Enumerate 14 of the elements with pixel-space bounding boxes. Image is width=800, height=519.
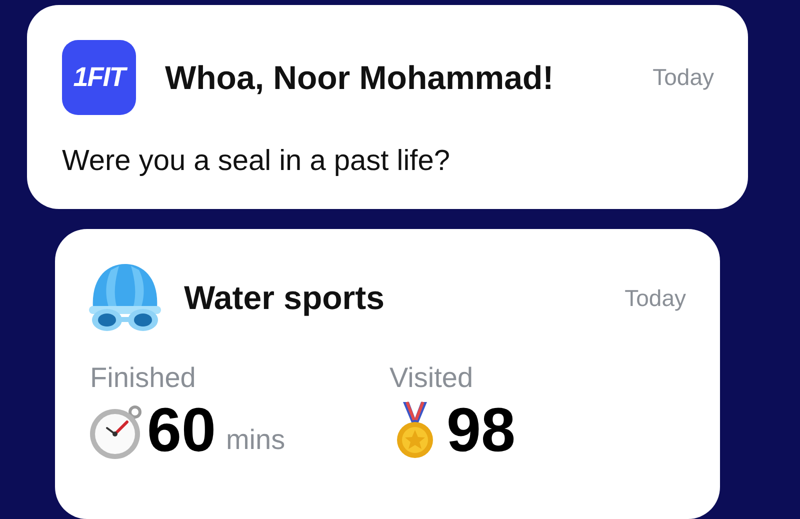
notification-time: Today xyxy=(652,64,714,91)
stat-value: 98 xyxy=(446,400,516,462)
notification-title: Whoa, Noor Mohammad! xyxy=(165,58,555,96)
notification-card[interactable]: Water sports Today Finished 60 mins Visited 98 xyxy=(55,229,720,519)
notification-title: Water sports xyxy=(184,279,386,318)
medal-icon xyxy=(394,400,434,460)
stat-unit: mins xyxy=(226,424,286,456)
stat-label: Visited xyxy=(390,362,474,394)
notification-time: Today xyxy=(624,284,686,312)
app-logo: 1FIT xyxy=(62,40,136,115)
stat-label: Finished xyxy=(90,362,197,394)
notification-message: Were you a seal in a past life? xyxy=(62,145,451,178)
notification-card[interactable]: 1FIT Whoa, Noor Mohammad! Today Were you a seal in a past life? xyxy=(27,5,748,210)
stat-value: 60 xyxy=(147,400,216,462)
